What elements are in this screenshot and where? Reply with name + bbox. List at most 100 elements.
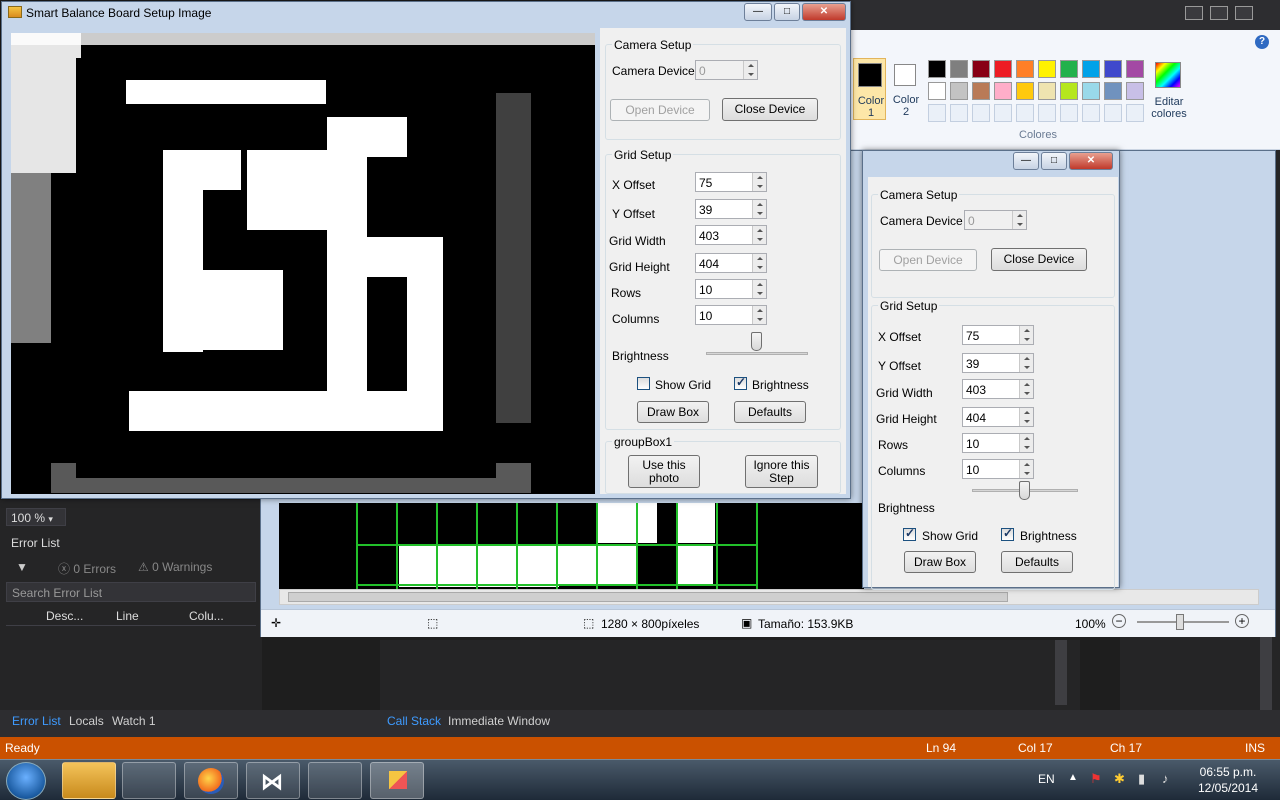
search-error-list-input[interactable]: Search Error List (6, 582, 256, 602)
taskbar-firefox-icon[interactable] (184, 762, 238, 799)
color-swatch[interactable] (1038, 82, 1056, 100)
maximize-button[interactable]: □ (774, 3, 800, 21)
color-swatch[interactable] (972, 60, 990, 78)
custom-color-slot[interactable] (1126, 104, 1144, 122)
help-icon[interactable]: ? (1255, 35, 1269, 49)
network-icon[interactable]: ✱ (1114, 771, 1125, 787)
x-offset-input[interactable]: 75 (695, 172, 767, 192)
grid-width-input[interactable]: 403 (695, 225, 767, 245)
taskbar-visual-studio-icon[interactable]: ⋈ (246, 762, 300, 799)
second-brightness-thumb[interactable] (1019, 481, 1030, 500)
second-x-offset-input[interactable]: 75 (962, 325, 1034, 345)
brightness-slider-track[interactable] (706, 352, 808, 355)
errors-filter[interactable]: ⓧ 0 Errors (58, 560, 116, 577)
custom-color-slot[interactable] (972, 104, 990, 122)
color-swatch[interactable] (1104, 82, 1122, 100)
color-swatch[interactable] (1016, 82, 1034, 100)
color-swatch[interactable] (994, 82, 1012, 100)
custom-color-slot[interactable] (928, 104, 946, 122)
start-button[interactable] (6, 762, 46, 800)
call-stack-scrollbar[interactable] (1055, 640, 1067, 705)
setup-window-titlebar[interactable]: Smart Balance Board Setup Image — □ ✕ (2, 2, 850, 24)
color-swatch[interactable] (950, 82, 968, 100)
color-swatch[interactable] (1082, 60, 1100, 78)
vs-close-button[interactable] (1235, 6, 1253, 20)
color-swatch[interactable] (1126, 60, 1144, 78)
second-brightness-checkbox[interactable] (1001, 526, 1014, 541)
color-swatch[interactable] (1038, 60, 1056, 78)
second-minimize-button[interactable]: — (1013, 152, 1039, 170)
power-icon[interactable]: ▮ (1138, 771, 1145, 787)
color-swatch[interactable] (1082, 82, 1100, 100)
vs-zoom-select[interactable]: 100 % ▾ (6, 508, 66, 526)
second-close-device-button[interactable]: Close Device (991, 248, 1087, 271)
color-swatch[interactable] (928, 82, 946, 100)
language-indicator[interactable]: EN (1038, 772, 1055, 786)
custom-color-slot[interactable] (1082, 104, 1100, 122)
zoom-slider-thumb[interactable] (1176, 614, 1184, 630)
vs-maximize-button[interactable] (1210, 6, 1228, 20)
brightness-slider-thumb[interactable] (751, 332, 762, 351)
tab-immediate-window[interactable]: Immediate Window (448, 714, 550, 728)
custom-color-slot[interactable] (950, 104, 968, 122)
edit-colors-button[interactable]: Editar colores (1150, 60, 1188, 126)
draw-box-button[interactable]: Draw Box (637, 401, 709, 423)
canvas-h-scrollbar[interactable] (279, 589, 1259, 605)
minimize-button[interactable]: — (744, 3, 772, 21)
vs-minimize-button[interactable] (1185, 6, 1203, 20)
clock[interactable]: 06:55 p.m. 12/05/2014 (1183, 764, 1273, 796)
color-swatch[interactable] (1060, 82, 1078, 100)
volume-icon[interactable]: ♪ (1162, 771, 1169, 786)
second-columns-input[interactable]: 10 (962, 459, 1034, 479)
action-center-icon[interactable]: ⚑ (1090, 771, 1102, 787)
custom-color-slot[interactable] (1060, 104, 1078, 122)
second-y-offset-input[interactable]: 39 (962, 353, 1034, 373)
color-swatch[interactable] (972, 82, 990, 100)
warnings-filter[interactable]: ⚠ 0 Warnings (138, 560, 212, 574)
col-column[interactable]: Colu... (189, 609, 224, 623)
second-defaults-button[interactable]: Defaults (1001, 551, 1073, 573)
brightness-checkbox[interactable] (734, 375, 747, 390)
taskbar-explorer-icon[interactable] (62, 762, 116, 799)
show-grid-checkbox[interactable] (637, 377, 650, 390)
ignore-step-button[interactable]: Ignore this Step (745, 455, 818, 488)
second-maximize-button[interactable]: □ (1041, 152, 1067, 170)
color1-button[interactable]: Color 1 (853, 58, 886, 120)
tab-error-list[interactable]: Error List (12, 714, 61, 728)
col-line[interactable]: Line (116, 609, 139, 623)
taskbar-app-icon[interactable] (370, 762, 424, 799)
custom-color-slot[interactable] (994, 104, 1012, 122)
color-swatch[interactable] (1126, 82, 1144, 100)
custom-color-slot[interactable] (1038, 104, 1056, 122)
y-offset-input[interactable]: 39 (695, 199, 767, 219)
second-draw-box-button[interactable]: Draw Box (904, 551, 976, 573)
color-swatch[interactable] (1060, 60, 1078, 78)
zoom-out-button[interactable]: − (1112, 614, 1126, 628)
second-rows-input[interactable]: 10 (962, 433, 1034, 453)
tab-locals[interactable]: Locals (69, 714, 104, 728)
close-device-button[interactable]: Close Device (722, 98, 818, 121)
col-description[interactable]: Desc... (46, 609, 83, 623)
color-swatch[interactable] (928, 60, 946, 78)
second-grid-height-input[interactable]: 404 (962, 407, 1034, 427)
second-close-button[interactable]: ✕ (1069, 152, 1113, 170)
color2-button[interactable]: Color 2 (890, 58, 922, 120)
color-swatch[interactable] (994, 60, 1012, 78)
filter-icon[interactable]: ▼ (16, 560, 28, 574)
second-grid-width-input[interactable]: 403 (962, 379, 1034, 399)
use-photo-button[interactable]: Use this photo (628, 455, 700, 488)
color-swatch[interactable] (950, 60, 968, 78)
tab-watch-1[interactable]: Watch 1 (112, 714, 156, 728)
close-button[interactable]: ✕ (802, 3, 846, 21)
grid-height-input[interactable]: 404 (695, 253, 767, 273)
color-swatch[interactable] (1104, 60, 1122, 78)
show-hidden-icons[interactable]: ▲ (1068, 772, 1078, 783)
custom-color-slot[interactable] (1016, 104, 1034, 122)
canvas-h-scroll-thumb[interactable] (288, 592, 1008, 602)
taskbar-media-player-icon[interactable] (122, 762, 176, 799)
zoom-in-button[interactable]: + (1235, 614, 1249, 628)
second-show-grid-checkbox[interactable] (903, 526, 916, 541)
rows-input[interactable]: 10 (695, 279, 767, 299)
defaults-button[interactable]: Defaults (734, 401, 806, 423)
color-swatch[interactable] (1016, 60, 1034, 78)
